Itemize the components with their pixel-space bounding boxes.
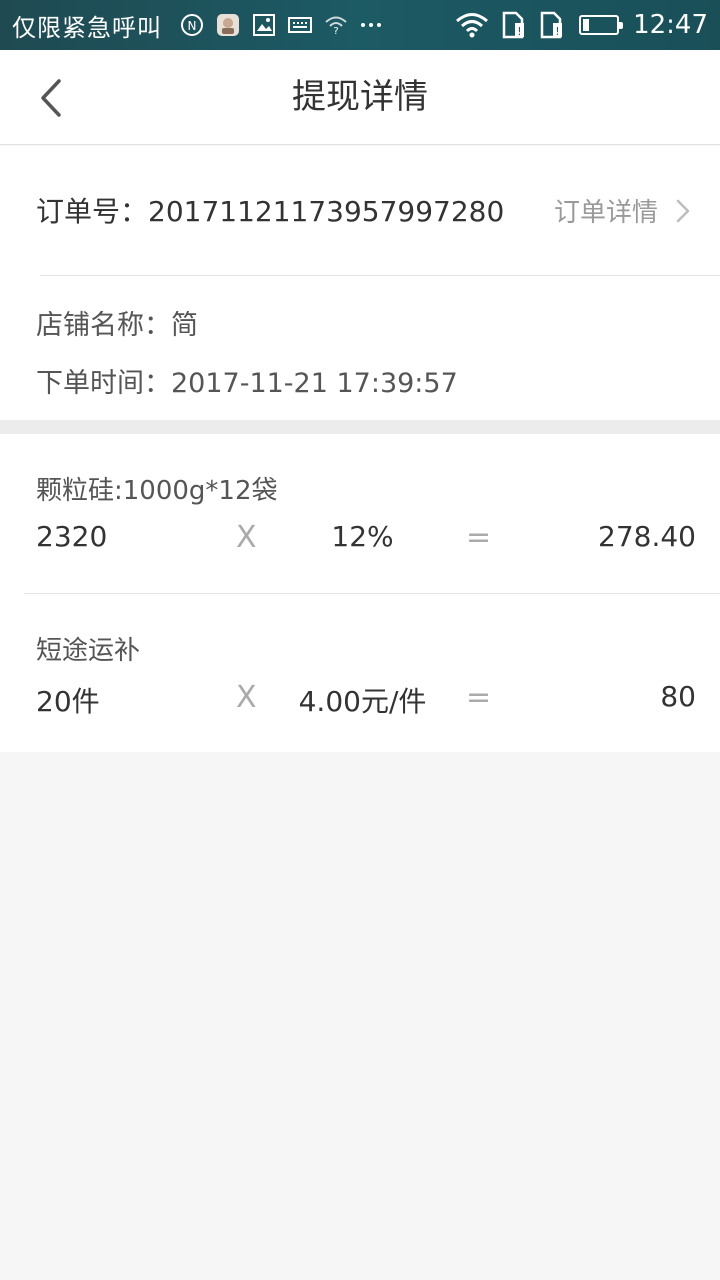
multiply-sign: X [236, 520, 257, 555]
back-button[interactable] [24, 70, 80, 126]
image-icon [252, 13, 276, 37]
item-quantity: 2320 [36, 520, 108, 553]
commission-items-card: 颗粒硅:1000g*12袋 2320 X 12% = 278.40 短途运补 2… [0, 434, 720, 752]
battery-icon [579, 15, 624, 35]
chevron-left-icon [41, 79, 61, 117]
item-total: 80 [660, 680, 696, 713]
divider [40, 275, 720, 276]
item-quantity: 20件 [36, 685, 100, 718]
svg-text:!: ! [517, 25, 521, 38]
keyboard-icon [288, 15, 312, 35]
status-bar-left: 仅限紧急呼叫 N ? [12, 0, 382, 50]
status-bar: 仅限紧急呼叫 N ? ! ! 12:47 [0, 0, 720, 50]
order-number-value: 20171121173957997280 [148, 195, 505, 228]
multiply-sign: X [236, 680, 257, 715]
status-bar-right: ! ! 12:47 [443, 0, 708, 50]
order-detail-label: 订单详情 [553, 198, 658, 228]
nav-bar: 提现详情 [0, 50, 720, 145]
sim2-icon: ! [539, 11, 565, 39]
order-time-value: 2017-11-21 17:39:57 [171, 368, 458, 399]
equals-sign: = [466, 520, 492, 555]
svg-text:N: N [188, 19, 197, 33]
order-detail-link[interactable]: 订单详情 [554, 192, 696, 229]
shop-name-value: 简 [171, 310, 198, 341]
chevron-right-icon [676, 199, 690, 222]
avatar-notification-icon [216, 13, 240, 37]
item-name: 颗粒硅:1000g*12袋 [36, 476, 278, 506]
equals-sign: = [466, 680, 492, 715]
more-icon [360, 22, 382, 28]
svg-text:!: ! [555, 25, 559, 38]
carrier-text: 仅限紧急呼叫 [12, 13, 162, 42]
order-number-label: 订单号： [36, 195, 149, 228]
item-calculation: 2320 X 12% = 278.40 [0, 520, 720, 560]
item-rate: 4.00元/件 [298, 685, 427, 718]
svg-text:?: ? [333, 26, 338, 35]
order-time-label: 下单时间： [36, 368, 171, 399]
sim1-icon: ! [501, 11, 527, 39]
shop-name-label: 店铺名称： [36, 310, 171, 341]
order-number: 订单号：20171121173957997280 [36, 190, 504, 230]
nfc-icon: N [180, 13, 204, 37]
order-number-row: 订单号：20171121173957997280 订单详情 [0, 146, 720, 276]
order-info-card: 订单号：20171121173957997280 订单详情 店铺名称：简 下单时… [0, 146, 720, 420]
item-rate: 12% [331, 520, 394, 553]
order-time-row: 下单时间：2017-11-21 17:39:57 [36, 361, 458, 400]
section-separator [0, 420, 720, 434]
divider [24, 593, 720, 594]
clock: 12:47 [633, 10, 708, 40]
item-name: 短途运补 [36, 636, 141, 666]
item-calculation: 20件 X 4.00元/件 = 80 [0, 680, 720, 720]
shop-name-row: 店铺名称：简 [36, 303, 198, 342]
wifi-question-icon: ? [324, 15, 348, 35]
item-total: 278.40 [598, 520, 696, 553]
page-title: 提现详情 [292, 77, 428, 117]
wifi-icon [455, 12, 489, 38]
notification-icons: N ? [168, 13, 382, 37]
